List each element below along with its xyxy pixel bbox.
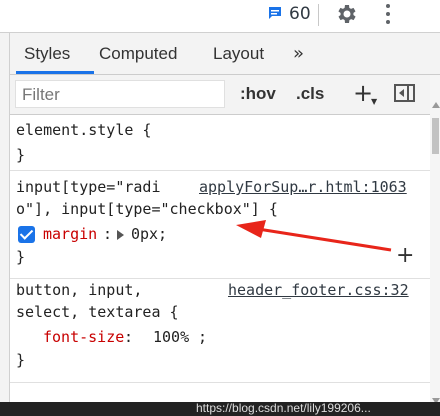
add-property-icon[interactable]: + (396, 243, 414, 268)
divider (318, 4, 319, 26)
tab-styles[interactable]: Styles (24, 44, 70, 64)
toggle-sidebar-icon[interactable] (394, 84, 415, 102)
expand-shorthand-icon[interactable] (117, 230, 124, 240)
rule-selector-continued[interactable]: select, textarea { (16, 303, 179, 321)
checkbox-style-rule: input[type="radi applyForSup…r.html:1063… (10, 173, 430, 279)
more-options-icon[interactable] (385, 4, 391, 26)
property-enable-checkbox[interactable] (18, 226, 35, 243)
rule-close-brace: } (16, 351, 26, 369)
property-value[interactable]: 100% (153, 328, 189, 346)
scroll-up-icon[interactable] (432, 102, 440, 108)
button-input-style-rule: button, input, header_footer.css:32 sele… (10, 281, 430, 383)
scrollbar-thumb[interactable] (432, 118, 439, 154)
rule-close-brace: } (16, 146, 26, 164)
element-style-rule: element.style { } (10, 115, 430, 171)
watermark: https://blog.csdn.net/lily199206... (196, 401, 371, 415)
property-name[interactable]: font-size (43, 328, 124, 346)
gear-icon[interactable] (334, 2, 358, 26)
rule-selector[interactable]: input[type="radi (16, 178, 161, 196)
styles-tabbar: Styles Computed Layout » (10, 33, 440, 75)
rule-source-link[interactable]: applyForSup…r.html:1063 (199, 178, 407, 196)
filter-input[interactable]: Filter (15, 80, 225, 108)
left-panel-edge (0, 33, 10, 416)
message-count[interactable]: 60 (289, 4, 311, 24)
rule-close-brace: } (16, 248, 26, 266)
tab-layout[interactable]: Layout (213, 44, 264, 64)
styles-toolbar: Filter :hov .cls + ▼ (10, 75, 440, 115)
rule-selector-continued[interactable]: o"], input[type="checkbox"] { (16, 200, 278, 218)
property-semicolon: ; (198, 328, 208, 346)
property-name[interactable]: margin (43, 225, 97, 243)
cls-toggle[interactable]: .cls (296, 84, 324, 104)
property-colon: : (103, 225, 113, 243)
new-style-rule-menu-icon[interactable]: ▼ (371, 97, 377, 106)
devtools-topbar: 60 (0, 0, 440, 33)
message-icon[interactable] (268, 6, 282, 20)
styles-pane: element.style { } input[type="radi apply… (10, 115, 430, 416)
active-tab-indicator (16, 71, 94, 74)
property-value[interactable]: 0px (131, 225, 158, 243)
tab-computed[interactable]: Computed (99, 44, 177, 64)
more-tabs-icon[interactable]: » (293, 43, 304, 64)
rule-selector[interactable]: button, input, (16, 281, 142, 299)
rule-selector[interactable]: element.style { (16, 121, 151, 139)
property-colon: : (124, 328, 134, 346)
hov-toggle[interactable]: :hov (240, 84, 276, 104)
rule-source-link[interactable]: header_footer.css:32 (228, 281, 409, 299)
property-semicolon: ; (158, 225, 168, 243)
